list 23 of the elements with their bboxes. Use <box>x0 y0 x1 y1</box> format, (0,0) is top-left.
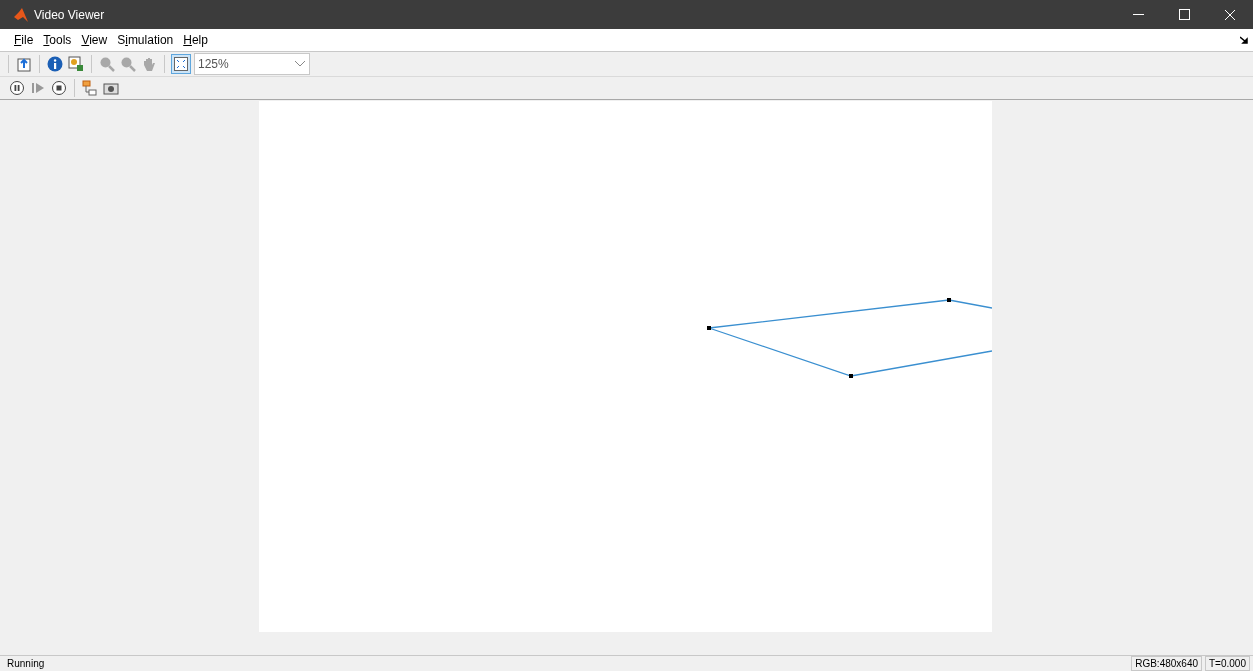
app-logo-icon <box>14 7 28 22</box>
block-diagram-icon[interactable] <box>81 79 99 97</box>
menu-item[interactable]: Tools <box>38 31 77 49</box>
time-text: T=0.000 <box>1205 656 1250 671</box>
close-icon <box>1224 8 1236 21</box>
stop-icon[interactable] <box>50 79 68 97</box>
menu-item[interactable]: Help <box>178 31 213 49</box>
image-properties-icon[interactable] <box>67 55 85 73</box>
status-text: Running <box>7 657 46 671</box>
chevron-down-icon <box>295 61 305 67</box>
pause-icon[interactable] <box>8 79 26 97</box>
export-icon[interactable] <box>15 55 33 73</box>
undock-arrow-icon[interactable] <box>1240 36 1248 44</box>
menu-item[interactable]: Simulation <box>112 31 179 49</box>
info-icon[interactable] <box>46 55 64 73</box>
window-title: Video Viewer <box>34 6 105 24</box>
menu-item[interactable]: View <box>76 31 113 49</box>
minimize-icon <box>1132 13 1144 16</box>
maximize-icon <box>1178 9 1190 20</box>
fit-to-view-button[interactable] <box>171 54 191 74</box>
image-format-text: RGB:480x640 <box>1131 656 1202 671</box>
menu-item[interactable]: File <box>9 31 39 49</box>
zoom-dropdown[interactable]: 125% <box>194 53 310 75</box>
